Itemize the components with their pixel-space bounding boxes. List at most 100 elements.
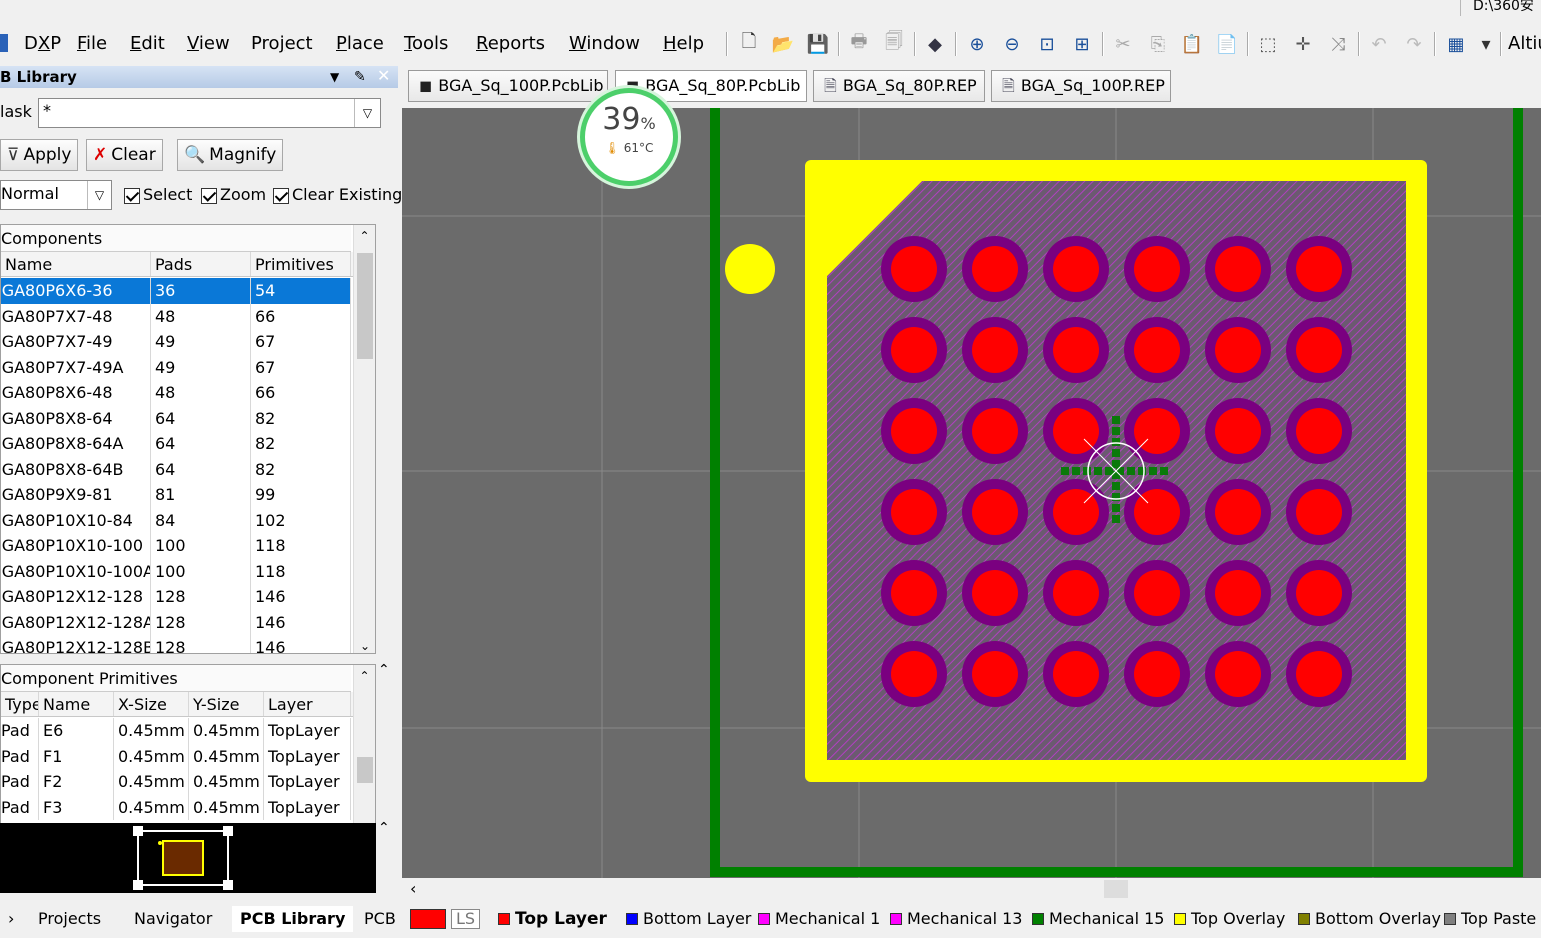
paste-icon[interactable]: 📋 <box>1178 30 1206 58</box>
layer-tab-top-overlay[interactable]: Top Overlay <box>1174 906 1285 932</box>
zoom-area-icon[interactable]: ⊞ <box>1068 30 1096 58</box>
select-area-icon[interactable]: ⬚ <box>1254 30 1282 58</box>
column-header-type[interactable]: Type <box>1 692 39 716</box>
components-scrollbar[interactable]: ⌃ ⌄ <box>353 225 375 653</box>
menu-view[interactable]: View <box>187 32 230 56</box>
scroll-thumb[interactable] <box>1104 880 1128 898</box>
expand-up-icon[interactable]: ⌃ <box>378 820 390 836</box>
table-row[interactable]: BGA80P12X12-128B 128 146 <box>1 635 351 653</box>
close-icon[interactable]: ✕ <box>377 66 390 87</box>
panel-tab-projects[interactable]: Projects <box>30 906 109 932</box>
panel-tab-pcb-library[interactable]: PCB Library <box>232 906 354 932</box>
grid-dropdown-icon[interactable]: ▾ <box>1472 30 1500 58</box>
undo-icon[interactable]: ↶ <box>1365 30 1393 58</box>
table-row[interactable]: Pad F1 0.45mm 0.45mm TopLayer <box>1 743 351 769</box>
select-checkbox[interactable]: Select <box>124 185 192 204</box>
layer-tab-ls[interactable]: LS <box>410 906 481 932</box>
pcb-canvas[interactable] <box>402 108 1541 878</box>
menu-reports[interactable]: Reports <box>476 32 545 56</box>
scroll-thumb[interactable] <box>357 757 373 783</box>
zoom-in-icon[interactable]: ⊕ <box>963 30 991 58</box>
table-row[interactable]: Pad F3 0.45mm 0.45mm TopLayer <box>1 794 351 820</box>
panel-tab-navigator[interactable]: Navigator <box>126 906 220 932</box>
table-row[interactable]: BGA80P12X12-128A 128 146 <box>1 609 351 635</box>
table-row[interactable]: Pad E6 0.45mm 0.45mm TopLayer <box>1 718 351 744</box>
menu-window[interactable]: Window <box>569 32 640 56</box>
expand-up-icon[interactable]: ⌃ <box>378 662 390 678</box>
table-row[interactable]: BGA80P7X7-49 49 67 <box>1 329 351 355</box>
table-row[interactable]: BGA80P8X8-64 64 82 <box>1 405 351 431</box>
layer-tab-bottom-layer[interactable]: Bottom Layer <box>626 906 751 932</box>
column-header-name[interactable]: Name <box>1 252 151 276</box>
menu-tools[interactable]: Tools <box>404 32 448 56</box>
scroll-up-icon[interactable]: ⌃ <box>354 665 375 687</box>
grid-icon[interactable]: ▦ <box>1442 30 1470 58</box>
scroll-up-icon[interactable]: ⌃ <box>354 225 375 247</box>
column-header-name[interactable]: Name <box>39 692 114 716</box>
zoom-out-icon[interactable]: ⊖ <box>998 30 1026 58</box>
mode-select[interactable]: Normal ▽ <box>0 180 112 210</box>
print-icon[interactable]: 🖶 <box>845 30 873 58</box>
doc-tab-1[interactable]: ◼ BGA_Sq_100P.PcbLib <box>408 70 608 102</box>
menu-project[interactable]: Project <box>251 32 313 56</box>
pin-icon[interactable]: ✎ <box>354 66 366 88</box>
table-row[interactable]: BGA80P10X10-100 100 118 <box>1 533 351 559</box>
scroll-down-icon[interactable]: ⌄ <box>354 639 375 653</box>
paste-special-icon[interactable]: 📄 <box>1213 30 1241 58</box>
deselect-icon[interactable]: ⤨ <box>1324 30 1352 58</box>
layer-tab-mechanical-1[interactable]: Mechanical 1 <box>758 906 880 932</box>
layer-tab-top-paste[interactable]: Top Paste <box>1444 906 1536 932</box>
doc-tab-4[interactable]: 🗎 BGA_Sq_100P.REP <box>991 70 1171 102</box>
layer-tab-bottom-overlay[interactable]: Bottom Overlay <box>1298 906 1441 932</box>
table-row[interactable]: BGA80P6X6-36 36 54 <box>1 278 351 304</box>
table-row[interactable]: Pad F2 0.45mm 0.45mm TopLayer <box>1 769 351 795</box>
layer-tab-mechanical-13[interactable]: Mechanical 13 <box>890 906 1022 932</box>
apply-button[interactable]: ⊽ Apply <box>0 139 79 171</box>
scroll-left-icon[interactable]: ‹ <box>410 879 416 898</box>
magnify-button[interactable]: 🔍 Magnify <box>177 139 284 171</box>
table-row[interactable]: BGA80P7X7-49A 49 67 <box>1 354 351 380</box>
chevron-down-icon[interactable]: ▽ <box>354 99 380 127</box>
chevron-down-icon[interactable]: ▽ <box>87 181 111 209</box>
new-document-icon[interactable]: 🗋 <box>735 30 763 58</box>
panel-menu-icon[interactable]: ▼ <box>330 66 339 88</box>
cpu-usage-gauge[interactable]: 39% 🌡 61°C <box>580 88 678 186</box>
zoom-fit-icon[interactable]: ⊡ <box>1033 30 1061 58</box>
table-row[interactable]: BGA80P12X12-128 128 146 <box>1 584 351 610</box>
table-row[interactable]: BGA80P10X10-100A 100 118 <box>1 558 351 584</box>
menu-place[interactable]: Place <box>336 32 384 56</box>
move-icon[interactable]: ✛ <box>1289 30 1317 58</box>
column-header-y-size[interactable]: Y-Size <box>189 692 264 716</box>
open-folder-icon[interactable]: 📂 <box>769 30 797 58</box>
cut-icon[interactable]: ✂ <box>1109 30 1137 58</box>
column-header-x-size[interactable]: X-Size <box>114 692 189 716</box>
column-header-layer[interactable]: Layer <box>264 692 351 716</box>
clear-existing-checkbox[interactable]: Clear Existing <box>273 185 402 204</box>
menu-edit[interactable]: Edit <box>130 32 165 56</box>
table-row[interactable]: BGA80P9X9-81 81 99 <box>1 482 351 508</box>
column-header-primitives[interactable]: Primitives <box>251 252 351 276</box>
table-row[interactable]: BGA80P8X6-48 48 66 <box>1 380 351 406</box>
canvas-hscrollbar[interactable]: ‹ <box>402 878 1541 900</box>
column-header-pads[interactable]: Pads <box>151 252 251 276</box>
menu-file[interactable]: File <box>77 32 107 56</box>
clear-button[interactable]: ✗ Clear <box>86 139 163 171</box>
zoom-checkbox[interactable]: Zoom <box>201 185 266 204</box>
doc-tab-3[interactable]: 🗎 BGA_Sq_80P.REP <box>813 70 985 102</box>
layer-tab-mechanical-15[interactable]: Mechanical 15 <box>1032 906 1164 932</box>
menu-dxp[interactable]: DXP <box>24 32 61 56</box>
table-row[interactable]: BGA80P8X8-64B 64 82 <box>1 456 351 482</box>
menu-help[interactable]: Help <box>663 32 704 56</box>
layer-stack-icon[interactable]: ◆ <box>921 30 949 58</box>
copy-icon[interactable]: ⎘ <box>1144 30 1172 58</box>
scroll-thumb[interactable] <box>357 253 373 359</box>
table-row[interactable]: BGA80P10X10-84 84 102 <box>1 507 351 533</box>
table-row[interactable]: BGA80P7X7-48 48 66 <box>1 303 351 329</box>
layer-tab-top-layer[interactable]: Top Layer <box>498 906 607 932</box>
save-icon[interactable]: 💾 <box>804 30 832 58</box>
print-preview-icon[interactable]: 🗐 <box>880 30 908 58</box>
panel-tab-pcb[interactable]: PCB <box>356 906 404 932</box>
table-row[interactable]: BGA80P8X8-64A 64 82 <box>1 431 351 457</box>
tab-scroll-icon[interactable]: › <box>0 906 22 932</box>
redo-icon[interactable]: ↷ <box>1400 30 1428 58</box>
